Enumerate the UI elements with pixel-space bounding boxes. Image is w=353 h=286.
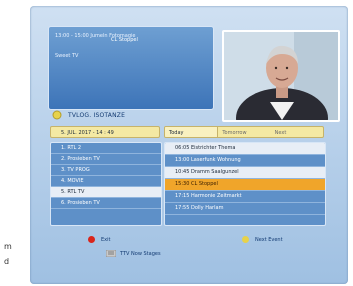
exit-legend[interactable]: Exit — [88, 236, 110, 243]
program-item-1[interactable]: 06:05 Eistrichter Thema — [165, 143, 325, 155]
red-button-icon — [88, 236, 95, 243]
channel-header: TVLOG. ISOTANZE — [52, 109, 202, 121]
program-list: 06:05 Eistrichter Thema 13:00 Laserfunk … — [164, 142, 326, 226]
tab-next[interactable]: Next — [271, 127, 323, 137]
channel-item-5[interactable]: 5. RTL TV — [51, 187, 161, 198]
channel-item-4[interactable]: 4. MOVIE — [51, 176, 161, 187]
date-bar: 5. JUL. 2017 - 14 : 49 — [50, 126, 160, 138]
next-event-legend[interactable]: Next Event — [242, 236, 283, 243]
program-item-4[interactable]: 15:30 CL Stoppel — [165, 179, 325, 191]
program-item-3[interactable]: 10:45 Dramm Saalgunzel — [165, 167, 325, 179]
tab-tomorrow[interactable]: Tomorrow — [218, 127, 270, 137]
info-title: CL Stoppel — [111, 37, 138, 43]
info-label: Sweet TV — [55, 53, 79, 59]
footer: Exit Next Event TTV Now Stages — [46, 228, 336, 272]
tv-preview — [222, 30, 340, 122]
channel-item-2[interactable]: 2. Prosieben TV — [51, 154, 161, 165]
schedule-legend[interactable]: TTV Now Stages — [106, 250, 161, 257]
cropped-text-line-2: d — [4, 257, 10, 266]
program-item-2[interactable]: 13:00 Laserfunk Wohnung — [165, 155, 325, 167]
program-info-panel: 13:00 - 15:00 Jumeln Fotomagie CL Stoppe… — [48, 26, 214, 110]
cropped-text-line-1: m — [4, 242, 12, 251]
channel-item-6[interactable]: 6. Prosieben TV — [51, 198, 161, 209]
channel-item-1[interactable]: 1. RTL 2 — [51, 143, 161, 154]
exit-label: Exit — [101, 236, 111, 243]
day-tabs: Today Tomorrow Next — [164, 126, 324, 138]
presenter-image — [224, 32, 338, 120]
channel-list: 1. RTL 2 2. Prosieben TV 3. TV PROG 4. M… — [50, 142, 162, 226]
yellow-button-icon — [242, 236, 249, 243]
channel-icon — [52, 110, 62, 120]
next-event-label: Next Event — [255, 236, 283, 243]
program-item-6[interactable]: 17:55 Dolly Harlam — [165, 203, 325, 215]
tab-today[interactable]: Today — [165, 127, 219, 137]
channel-item-3[interactable]: 3. TV PROG — [51, 165, 161, 176]
schedule-icon — [106, 250, 116, 257]
schedule-label: TTV Now Stages — [120, 250, 161, 257]
program-item-5[interactable]: 17:15 Harmonie Zeitmarkt — [165, 191, 325, 203]
cropped-text: m d — [4, 239, 12, 269]
channel-title: TVLOG. ISOTANZE — [68, 111, 126, 119]
